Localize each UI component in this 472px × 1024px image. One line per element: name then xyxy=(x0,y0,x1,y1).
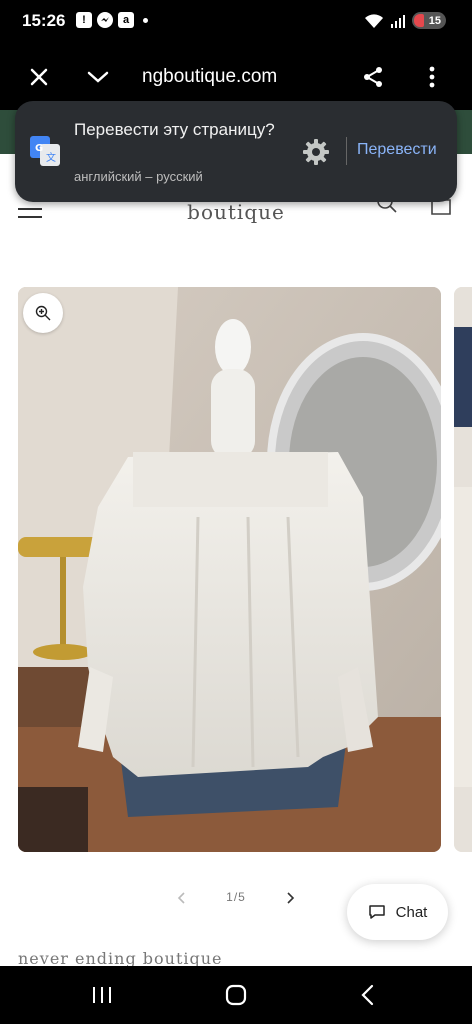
site-logo[interactable]: boutique xyxy=(0,200,472,224)
translate-languages: английский – русский xyxy=(74,169,203,184)
chevron-right-icon[interactable] xyxy=(282,890,298,906)
google-translate-icon: G 文 xyxy=(30,136,60,166)
navigation-bar xyxy=(0,966,472,1024)
more-vert-icon[interactable] xyxy=(414,59,450,95)
slide-counter: 1/5 xyxy=(226,890,246,904)
system-icons: 15 xyxy=(364,12,446,29)
notification-icons: ! a xyxy=(76,12,148,28)
back-icon[interactable] xyxy=(350,980,386,1010)
product-photo-illustration xyxy=(18,287,441,852)
share-icon[interactable] xyxy=(355,59,391,95)
zoom-in-icon xyxy=(35,305,51,321)
chevron-down-icon[interactable] xyxy=(80,59,116,95)
close-icon[interactable] xyxy=(21,59,57,95)
gear-icon[interactable] xyxy=(302,138,330,166)
wifi-icon xyxy=(365,13,383,28)
svg-text:G: G xyxy=(35,143,43,154)
divider xyxy=(346,137,347,165)
product-image[interactable] xyxy=(18,287,441,852)
home-icon[interactable] xyxy=(218,980,254,1010)
messenger-icon xyxy=(97,12,113,28)
chevron-left-icon[interactable] xyxy=(174,890,190,906)
next-product-image-peek[interactable] xyxy=(454,287,472,852)
zoom-button[interactable] xyxy=(23,293,63,333)
signal-icon xyxy=(391,14,405,28)
battery-icon: 15 xyxy=(412,12,446,29)
translate-title: Перевести эту страницу? xyxy=(74,120,275,139)
product-gallery xyxy=(0,244,472,884)
more-notifications-icon xyxy=(143,17,148,23)
translate-button[interactable]: Перевести xyxy=(357,141,437,159)
status-bar: 15:26 ! a 15 xyxy=(0,0,472,44)
svg-text:文: 文 xyxy=(46,151,56,164)
status-time: 15:26 xyxy=(22,11,66,30)
url-display[interactable]: ngboutique.com xyxy=(142,66,277,88)
alert-icon: ! xyxy=(76,12,92,28)
recent-apps-icon[interactable] xyxy=(84,980,120,1010)
chat-bubble-icon xyxy=(368,905,385,919)
battery-level: 15 xyxy=(428,14,441,27)
translate-popup: G 文 Перевести эту страницу? английский –… xyxy=(15,101,457,202)
amazon-icon: a xyxy=(118,12,134,28)
chat-label: Chat xyxy=(395,903,428,921)
chat-button[interactable]: Chat xyxy=(347,884,448,940)
